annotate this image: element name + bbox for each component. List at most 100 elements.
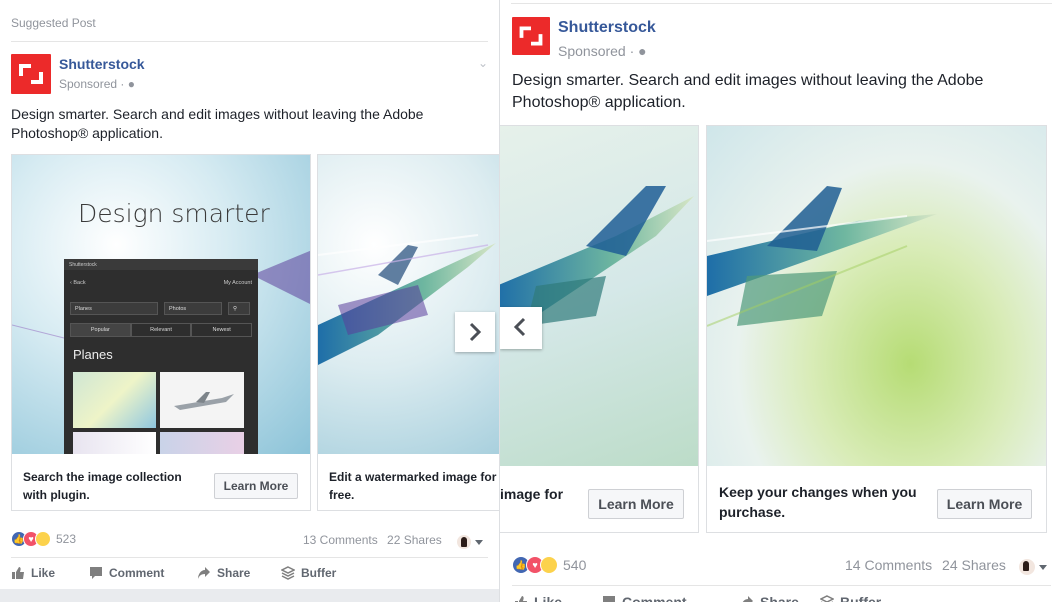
carousel-card-current[interactable]: Keep your changes when you purchase. Lea… <box>706 125 1047 533</box>
plugin-mockup: Shutterstock ‹ Back My Account Planes Ph… <box>64 259 258 454</box>
card-current-text-line-1: Keep your changes when you <box>719 484 917 500</box>
actions-divider <box>512 585 1051 586</box>
share-button[interactable]: Share <box>197 566 281 580</box>
shares-count-link[interactable]: 24 Shares <box>942 557 1006 573</box>
buffer-icon <box>281 566 295 580</box>
share-icon <box>742 596 753 602</box>
chevron-left-icon <box>513 317 526 337</box>
header-divider <box>11 41 488 42</box>
like-icon <box>515 596 527 602</box>
plugin-search-field: Planes <box>70 302 158 315</box>
page-logo[interactable] <box>512 17 550 55</box>
card-image[interactable]: Design smarter Shutterstock ‹ Back My Ac… <box>12 155 310 454</box>
reactions-summary[interactable]: 👍 ♥ 540 <box>512 556 586 574</box>
reactions-summary[interactable]: 👍 ♥ 523 <box>11 531 76 547</box>
share-icon <box>198 567 210 579</box>
haha-reaction-icon <box>540 556 558 574</box>
globe-icon: ● <box>127 77 135 91</box>
feed-gap <box>0 589 499 602</box>
post-caption: Design smarter. Search and edit images w… <box>11 105 423 143</box>
comment-icon <box>603 596 615 602</box>
like-button[interactable]: Like <box>514 594 602 602</box>
chevron-right-icon <box>469 322 482 342</box>
top-divider <box>511 3 1052 4</box>
buffer-label: Buffer <box>840 594 882 602</box>
right-post-panel: Shutterstock Sponsored · ● Design smarte… <box>500 0 1063 602</box>
learn-more-button[interactable]: Learn More <box>937 489 1032 519</box>
plugin-filter-field: Photos <box>164 302 222 315</box>
caption-line-2: Photoshop® application. <box>11 125 163 141</box>
jet-image <box>500 186 694 326</box>
avatar[interactable] <box>457 535 471 549</box>
card-1-text-line-1: Search the image collection <box>23 470 182 484</box>
sponsored-text: Sponsored · <box>558 43 639 59</box>
page-name-link[interactable]: Shutterstock <box>59 56 145 72</box>
plugin-tab-popular: Popular <box>70 323 131 337</box>
share-button[interactable]: Share <box>740 594 820 602</box>
left-post-panel: Suggested Post Shutterstock Sponsored · … <box>0 0 500 602</box>
comments-count-link[interactable]: 13 Comments <box>303 533 378 547</box>
reaction-count: 540 <box>563 557 587 573</box>
card-current-text-line-2: purchase. <box>719 504 786 520</box>
plugin-titlebar: Shutterstock <box>64 259 258 270</box>
page-logo[interactable] <box>11 54 51 94</box>
sponsored-label: Sponsored · ● <box>59 77 135 91</box>
card-2-text-line-2: free. <box>329 488 355 502</box>
carousel-card-1[interactable]: Design smarter Shutterstock ‹ Back My Ac… <box>11 154 311 511</box>
reaction-count: 523 <box>56 532 77 546</box>
actions-divider <box>11 557 488 558</box>
haha-reaction-icon <box>35 531 51 547</box>
card-previous-image[interactable] <box>500 126 698 466</box>
comment-button[interactable]: Comment <box>89 566 197 580</box>
chevron-down-icon[interactable]: ⌄ <box>478 56 488 70</box>
carousel-previous-button[interactable] <box>500 307 542 349</box>
comments-count-link[interactable]: 14 Comments <box>845 557 932 573</box>
plugin-tab-newest: Newest <box>191 323 253 337</box>
jet-image <box>707 186 937 327</box>
like-label: Like <box>31 566 56 580</box>
chevron-down-icon[interactable] <box>1039 565 1047 570</box>
shares-count-link[interactable]: 22 Shares <box>387 533 442 547</box>
card-current-image[interactable] <box>707 126 1046 466</box>
sponsored-label: Sponsored · ● <box>558 43 647 59</box>
card-previous-text: image for <box>500 486 564 502</box>
plugin-nav: ‹ Back My Account <box>70 276 252 290</box>
learn-more-button[interactable]: Learn More <box>214 473 298 499</box>
post-actions: Like Comment Share Buffer <box>11 566 336 580</box>
card-2-image[interactable] <box>318 155 499 454</box>
card-current-text: Keep your changes when you purchase. <box>719 482 917 522</box>
buffer-button[interactable]: Buffer <box>820 594 881 602</box>
globe-icon: ● <box>638 43 647 59</box>
comment-button[interactable]: Comment <box>602 594 740 602</box>
card-1-text-line-2: with plugin. <box>23 488 90 502</box>
like-button[interactable]: Like <box>11 566 89 580</box>
card-2-text-line-1: Edit a watermarked image for <box>329 470 497 484</box>
page-name-link[interactable]: Shutterstock <box>558 19 656 37</box>
post-stats: 14 Comments 24 Shares <box>845 557 1006 573</box>
plugin-thumb-3 <box>73 432 156 454</box>
plugin-back: ‹ Back <box>70 280 86 286</box>
shutterstock-logo-icon <box>519 26 543 46</box>
shutterstock-logo-icon <box>19 64 43 84</box>
like-icon <box>12 567 24 579</box>
buffer-button[interactable]: Buffer <box>281 566 336 580</box>
post-stats: 13 Comments 22 Shares <box>303 533 442 547</box>
suggested-post-label: Suggested Post <box>11 16 96 30</box>
post-actions: Like Comment Share Buffer <box>514 594 881 602</box>
card-2-text: Edit a watermarked image for free. <box>329 468 496 504</box>
comment-icon <box>90 567 102 579</box>
comment-label: Comment <box>622 594 687 602</box>
caption-line-2: Photoshop® application. <box>512 94 686 111</box>
sponsored-text: Sponsored · <box>59 77 128 91</box>
carousel-next-button[interactable] <box>455 312 495 352</box>
plugin-tabs: Popular Relevant Newest <box>70 323 253 337</box>
post-caption: Design smarter. Search and edit images w… <box>512 70 983 114</box>
caption-line-1: Design smarter. Search and edit images w… <box>512 72 984 89</box>
avatar[interactable] <box>1019 559 1035 575</box>
chevron-down-icon[interactable] <box>475 540 483 545</box>
comment-label: Comment <box>109 566 165 580</box>
plugin-thumb-2 <box>160 372 244 428</box>
share-label: Share <box>217 566 251 580</box>
learn-more-button[interactable]: Learn More <box>588 489 684 519</box>
plugin-tab-relevant: Relevant <box>130 323 192 337</box>
